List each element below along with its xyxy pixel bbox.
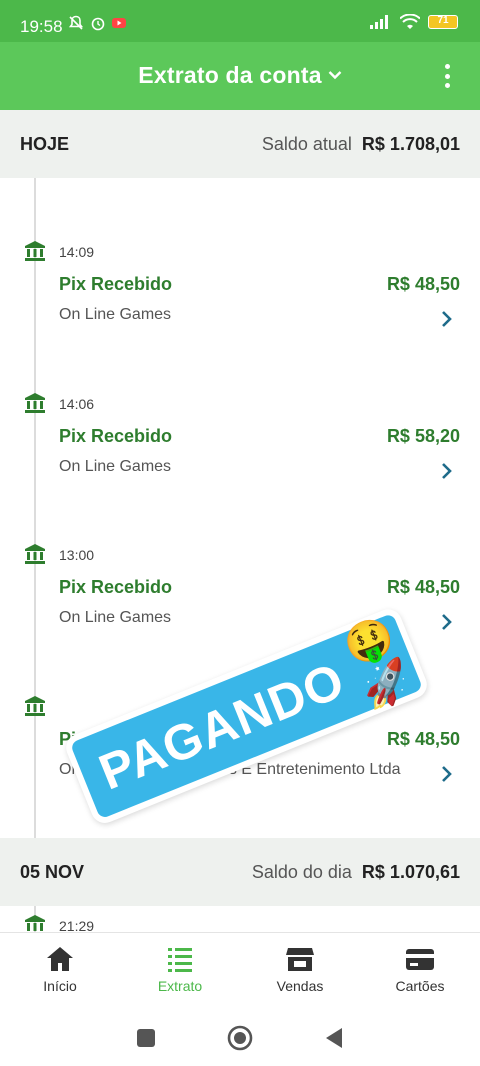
bank-icon — [25, 393, 45, 413]
battery-icon: 71 — [428, 15, 458, 29]
status-time: 19:58 — [20, 17, 63, 36]
day-balance: Saldo do dia R$ 1.070,61 — [252, 862, 460, 883]
transaction-time: 14:06 — [59, 396, 95, 412]
nav-label: Extrato — [157, 978, 203, 994]
nav-label: Vendas — [276, 978, 324, 994]
balance-label: Saldo do dia — [251, 861, 352, 882]
card-icon — [406, 949, 434, 970]
page-title: Extrato da conta — [138, 62, 322, 88]
transaction-item[interactable]: 14:09 Pix Recebido R$ 48,50 On Line Game… — [0, 240, 480, 390]
transaction-title: Pix Recebido — [59, 577, 173, 597]
bank-icon — [25, 696, 45, 716]
transaction-time: 13:00 — [59, 547, 95, 563]
transaction-amount: R$ 48,50 — [386, 577, 460, 597]
nav-inicio[interactable]: Início — [0, 933, 120, 1010]
nav-vendas[interactable]: Vendas — [240, 933, 360, 1010]
transaction-payer: On Line Games — [59, 458, 172, 475]
wifi-icon — [400, 14, 420, 29]
chevron-right-icon[interactable] — [440, 461, 454, 481]
transaction-time: 14:09 — [59, 244, 95, 260]
app-bar: Extrato da conta — [0, 42, 480, 110]
transaction-title: Pix Recebido — [59, 274, 173, 294]
bank-icon — [25, 241, 45, 261]
home-button-icon[interactable] — [227, 1025, 253, 1051]
transaction-item[interactable]: 14:06 Pix Recebido R$ 58,20 On Line Game… — [0, 392, 480, 542]
day-label: HOJE — [20, 133, 70, 154]
system-navigation — [0, 1010, 480, 1066]
youtube-icon — [112, 18, 126, 28]
transaction-item[interactable]: 21:29 — [0, 914, 480, 932]
transaction-amount: R$ 48,50 — [386, 729, 460, 749]
nav-label: Início — [43, 978, 77, 994]
balance-label: Saldo atual — [261, 133, 352, 154]
transaction-payer: On Line Games — [59, 306, 172, 323]
alarm-icon — [91, 17, 105, 31]
status-left-icons — [68, 15, 126, 31]
chevron-down-icon — [328, 67, 342, 85]
recents-icon[interactable] — [136, 1028, 156, 1048]
store-icon — [286, 948, 314, 971]
transaction-amount: R$ 58,20 — [386, 426, 460, 446]
bottom-navigation: Início Extrato Vendas Cartões — [0, 932, 480, 1010]
transaction-title: Pix Recebido — [59, 426, 173, 446]
nav-cartoes[interactable]: Cartões — [360, 933, 480, 1010]
transaction-amount: R$ 48,50 — [386, 274, 460, 294]
bank-icon — [25, 915, 45, 931]
current-balance: Saldo atual R$ 1.708,01 — [262, 134, 460, 155]
list-icon — [168, 948, 192, 972]
nav-label: Cartões — [395, 978, 445, 994]
battery-level: 71 — [437, 15, 449, 26]
nav-extrato[interactable]: Extrato — [120, 933, 240, 1010]
day-label: 05 NOV — [20, 861, 85, 882]
chevron-right-icon[interactable] — [440, 764, 454, 784]
bell-off-icon — [68, 15, 84, 30]
more-options-icon[interactable] — [442, 64, 452, 88]
balance-value: R$ 1.708,01 — [361, 133, 460, 154]
back-icon[interactable] — [324, 1027, 344, 1049]
signal-icon — [370, 15, 388, 29]
day-header-prev: 05 NOV Saldo do dia R$ 1.070,61 — [0, 838, 480, 906]
transaction-time: 21:29 — [59, 918, 95, 932]
status-bar: 19:58 71 — [0, 0, 480, 42]
balance-value: R$ 1.070,61 — [361, 861, 460, 882]
chevron-right-icon[interactable] — [440, 612, 454, 632]
bank-icon — [25, 544, 45, 564]
home-icon — [47, 947, 73, 971]
day-header-today: HOJE Saldo atual R$ 1.708,01 — [0, 110, 480, 178]
transaction-payer: On Line Games — [59, 609, 172, 626]
account-statement-dropdown[interactable]: Extrato da conta — [0, 62, 480, 89]
chevron-right-icon[interactable] — [440, 309, 454, 329]
status-right-icons: 71 — [370, 14, 458, 30]
